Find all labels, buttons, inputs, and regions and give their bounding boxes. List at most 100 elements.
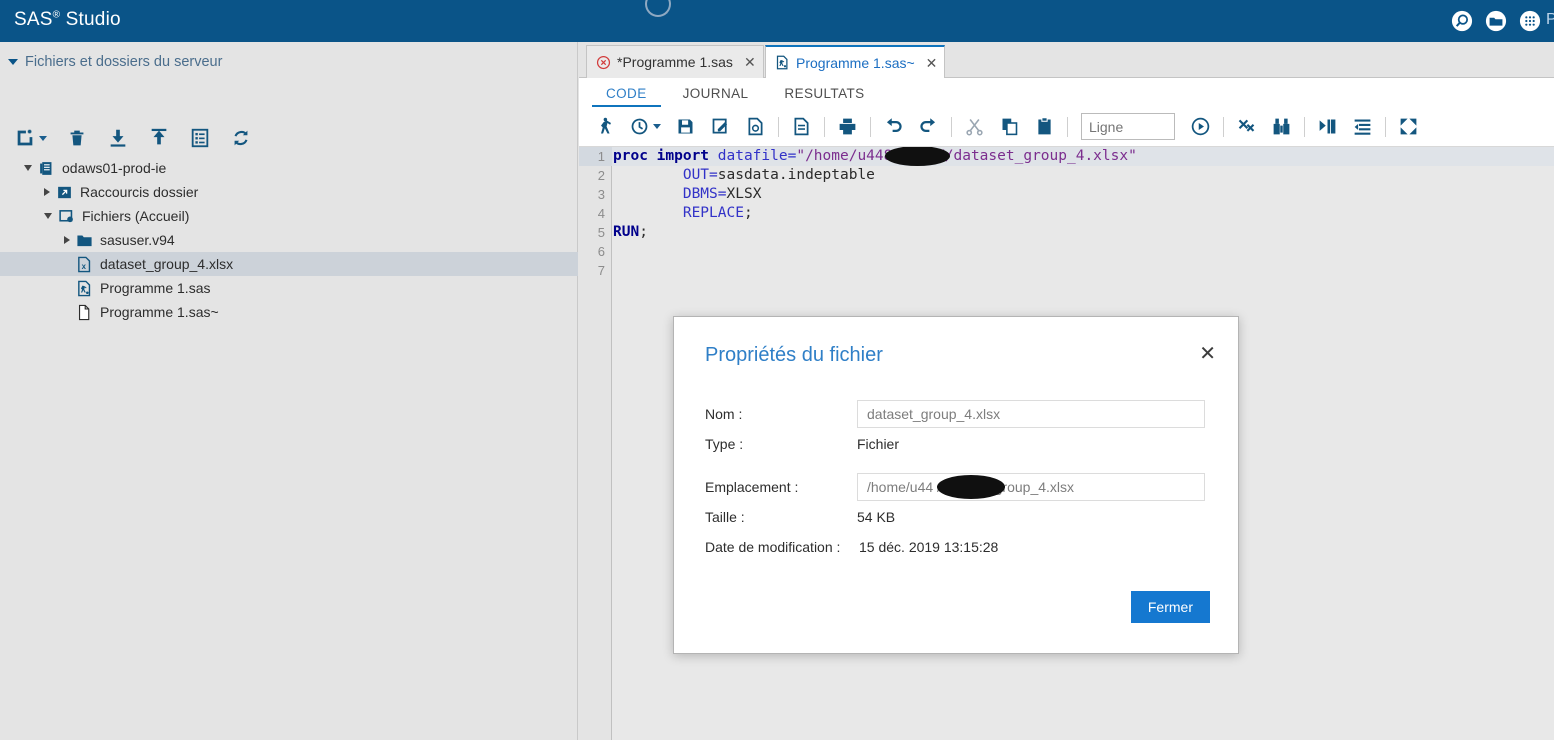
line-number: 2 [597,168,605,183]
print-button[interactable] [830,116,865,137]
view-tab-journal[interactable]: JOURNAL [681,86,751,107]
view-tab-code[interactable]: CODE [592,86,661,108]
editor-tab-2[interactable]: Programme 1.sas~ ✕ [765,45,945,78]
find-replace-button[interactable] [1264,116,1299,137]
dialog-field-value[interactable]: /home/u44 /dataset_group_4.xlsx [857,473,1205,501]
expander-open-icon[interactable] [24,165,32,171]
close-icon[interactable]: ✕ [744,55,756,69]
code-token: ; [743,205,753,221]
user-menu-label[interactable]: P [1546,11,1554,29]
toolbar-separator [1385,116,1386,137]
line-number: 6 [597,244,605,259]
svg-text:x: x [82,261,87,270]
tree-item-label: Fichiers (Accueil) [82,208,190,224]
indent-button[interactable] [1310,116,1345,137]
save-button[interactable] [668,116,703,137]
tree-item-programme-1-sas[interactable]: Programme 1.sas~ [0,300,578,324]
toolbar-separator [778,116,779,137]
code-token: DBMS= [682,186,727,202]
save-disk-icon [678,119,693,134]
server-files-header[interactable]: Fichiers et dossiers du serveur [0,42,578,82]
cut-button[interactable] [957,116,992,137]
run-button[interactable] [587,116,622,137]
chevron-down-icon [8,59,18,65]
dialog-field-label: Taille : [705,509,745,525]
sas-file-icon [78,280,91,296]
tree-item-sasuser-v94[interactable]: sasuser.v94 [0,228,578,252]
clipboard-icon [1038,117,1051,135]
print-preview-button[interactable] [738,116,773,137]
undo-button[interactable] [876,116,911,137]
code-token: XLSX [726,186,762,202]
dialog-field-value: 15 déc. 2019 13:15:28 [859,539,999,555]
tree-item-fichiers-accueil[interactable]: Fichiers (Accueil) [0,204,578,228]
expander-closed-icon[interactable] [64,236,70,244]
apps-grid-icon[interactable] [1519,10,1541,32]
close-icon[interactable]: ✕ [926,56,938,70]
line-input[interactable] [1081,113,1175,140]
folder-icon[interactable] [1485,10,1507,32]
save-as-button[interactable] [703,116,738,137]
properties-button[interactable] [784,116,819,137]
code-text: OUT=sasdata.indeptable [613,166,875,185]
header-icon-group [1451,0,1541,42]
code-line: 1proc import datafile="/home/u448XXXXXX/… [579,147,1554,166]
view-tab-resultats[interactable]: RESULTATS [782,86,866,107]
brand-suffix: Studio [60,9,121,30]
tree-item-raccourcis-dossier[interactable]: Raccourcis dossier [0,180,578,204]
redo-button[interactable] [911,116,946,137]
server-files-title: Fichiers et dossiers du serveur [25,54,223,70]
code-token: ; [639,224,648,240]
line-number: 5 [597,225,605,240]
redaction-mark [937,475,1005,499]
expander-open-icon[interactable] [44,213,52,219]
dialog-field: Nom : dataset_group_4.xlsx [705,400,1205,430]
tree-item-label: Raccourcis dossier [80,184,199,200]
toolbar-separator [870,116,871,137]
download-button[interactable] [107,127,129,149]
clear-all-button[interactable] [1229,116,1264,137]
delete-button[interactable] [66,127,88,149]
code-token: sasdata.indeptable [717,167,875,183]
line-number: 4 [597,206,605,221]
tree-item-odaws01-prod-ie[interactable]: odaws01-prod-ie [0,156,578,180]
code-text: proc import datafile="/home/u448XXXXXX/d… [613,147,1137,166]
code-line: 4 REPLACE; [579,204,1554,223]
maximize-button[interactable] [1391,116,1426,137]
code-token: datafile= [717,148,797,164]
copy-button[interactable] [992,116,1027,137]
toolbar-separator [1223,116,1224,137]
dialog-field-value[interactable]: dataset_group_4.xlsx [857,400,1205,428]
dialog-field-value: 54 KB [857,509,896,525]
goto-line-button[interactable] [1183,116,1218,137]
code-line: 3 DBMS=XLSX [579,185,1554,204]
editor-tab-1[interactable]: *Programme 1.sas ✕ [586,45,764,78]
sas-studio-window: SAS® Studio P Fichiers et dossiers du se… [0,0,1554,740]
code-line: 2 OUT=sasdata.indeptable [579,166,1554,185]
new-file-button[interactable] [14,127,47,149]
code-token: /dataset_group_4.xlsx" [944,148,1137,164]
dialog-field: Emplacement : /home/u44 /dataset_group_4.… [705,473,1205,503]
outdent-button[interactable] [1345,116,1380,137]
folder-icon [77,235,92,246]
paste-button[interactable] [1027,116,1062,137]
tree-item-dataset-group-4-xlsx[interactable]: x dataset_group_4.xlsx [0,252,578,276]
copy-icon [1002,118,1018,136]
close-icon[interactable]: ✕ [1199,344,1216,364]
expander-closed-icon[interactable] [44,188,50,196]
indent-icon [1319,119,1336,134]
dialog-field-label: Type : [705,436,744,452]
upload-button[interactable] [148,127,170,149]
dialog-field-label: Nom : [705,406,743,422]
properties-button[interactable] [189,127,211,149]
history-button[interactable] [622,116,668,137]
code-line: 5 RUN; [579,223,1554,242]
close-button[interactable]: Fermer [1130,591,1210,623]
dialog-title: Propriétés du fichier [705,344,883,366]
line-number: 3 [597,187,605,202]
tree-item-programme-1-sas[interactable]: Programme 1.sas [0,276,578,300]
code-token: OUT= [682,167,718,183]
search-icon[interactable] [1451,10,1473,32]
refresh-button[interactable] [230,127,252,149]
home-files-icon [59,209,73,222]
